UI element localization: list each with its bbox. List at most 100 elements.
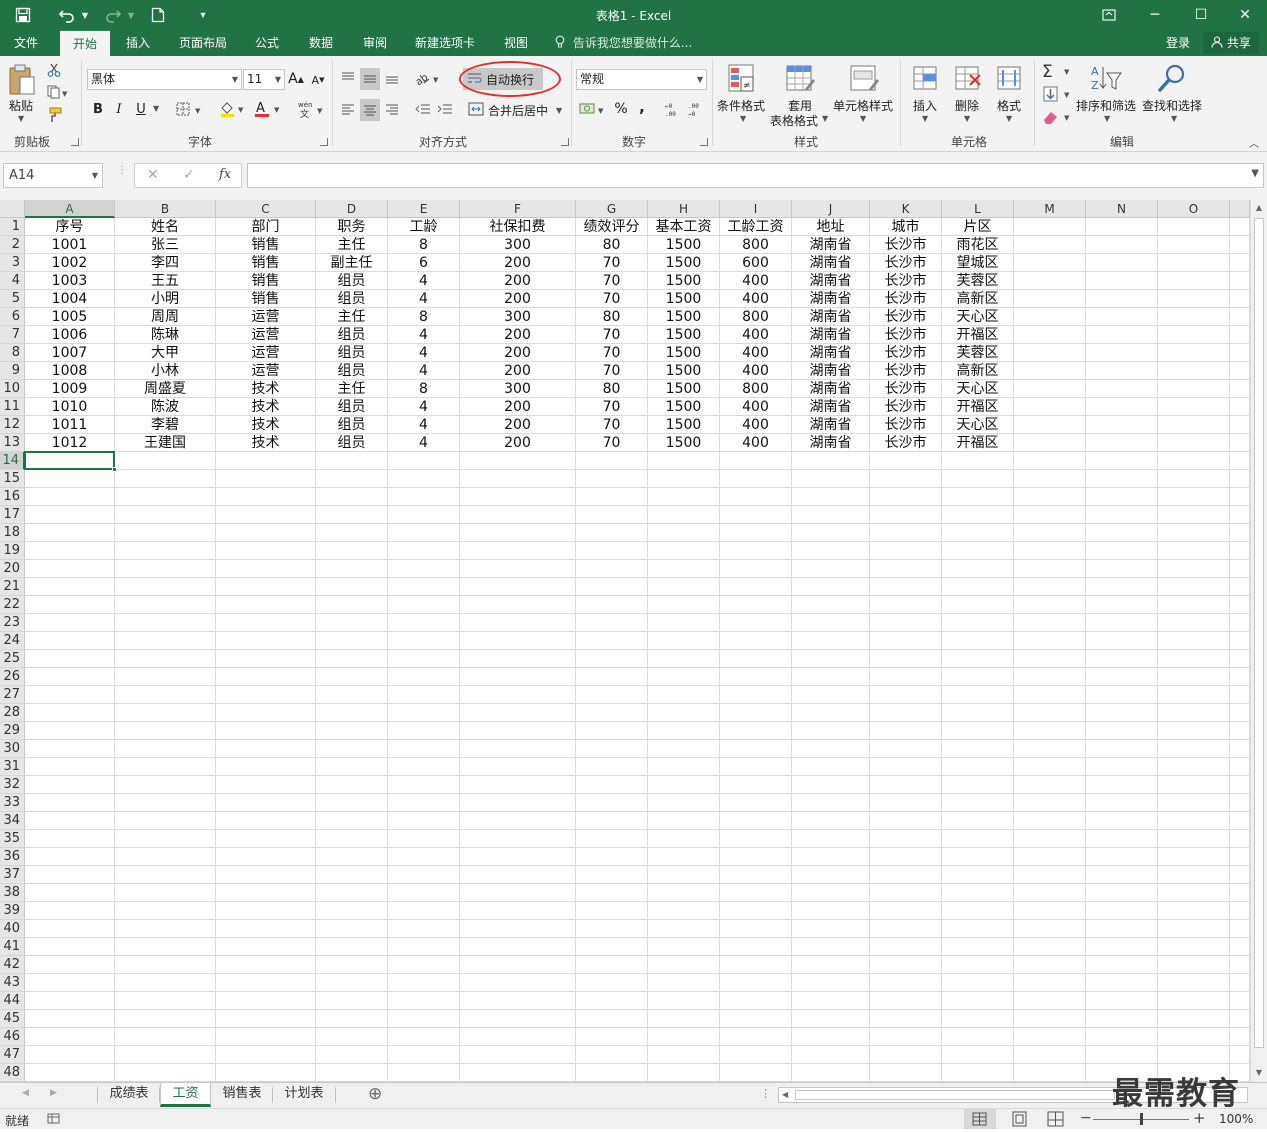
cell-b17[interactable] (115, 506, 216, 524)
cell-d4[interactable]: 组员 (316, 272, 388, 290)
cell-n32[interactable] (1086, 776, 1158, 794)
cell-f18[interactable] (460, 524, 576, 542)
cell-o45[interactable] (1158, 1010, 1230, 1028)
cell-l41[interactable] (942, 938, 1014, 956)
row-header-36[interactable]: 36 (0, 848, 25, 866)
page-layout-view-icon[interactable] (1008, 1109, 1032, 1129)
cell-d20[interactable] (316, 560, 388, 578)
row-header-46[interactable]: 46 (0, 1028, 25, 1046)
sheet-tab-grades[interactable]: 成绩表 (99, 1083, 159, 1107)
cell-d13[interactable]: 组员 (316, 434, 388, 452)
cell-h5[interactable]: 1500 (648, 290, 720, 308)
cell-e14[interactable] (388, 452, 460, 470)
cell-e20[interactable] (388, 560, 460, 578)
cell-b30[interactable] (115, 740, 216, 758)
align-left-icon[interactable] (339, 99, 357, 119)
cell-j39[interactable] (792, 902, 870, 920)
format-as-table-icon[interactable] (784, 62, 816, 96)
sheet-tab-plan[interactable]: 计划表 (273, 1083, 335, 1107)
cell-g44[interactable] (576, 992, 648, 1010)
row-header-16[interactable]: 16 (0, 488, 25, 506)
cell-d16[interactable] (316, 488, 388, 506)
cell-k18[interactable] (870, 524, 942, 542)
cell-l9[interactable]: 高新区 (942, 362, 1014, 380)
cell-m28[interactable] (1014, 704, 1086, 722)
cell-h14[interactable] (648, 452, 720, 470)
cell-n38[interactable] (1086, 884, 1158, 902)
cell-e15[interactable] (388, 470, 460, 488)
cell-e33[interactable] (388, 794, 460, 812)
cell-g46[interactable] (576, 1028, 648, 1046)
cell-a20[interactable] (25, 560, 115, 578)
cell-m32[interactable] (1014, 776, 1086, 794)
cell-o10[interactable] (1158, 380, 1230, 398)
row-header-44[interactable]: 44 (0, 992, 25, 1010)
row-header-22[interactable]: 22 (0, 596, 25, 614)
cell-h12[interactable]: 1500 (648, 416, 720, 434)
cell-j47[interactable] (792, 1046, 870, 1064)
cell-k3[interactable]: 长沙市 (870, 254, 942, 272)
cell-g32[interactable] (576, 776, 648, 794)
cell-j28[interactable] (792, 704, 870, 722)
clear-icon[interactable]: ▼ (1040, 107, 1074, 127)
alignment-launcher-icon[interactable] (561, 138, 569, 146)
cell-e6[interactable]: 8 (388, 308, 460, 326)
cell-m3[interactable] (1014, 254, 1086, 272)
cell-h40[interactable] (648, 920, 720, 938)
row-header-37[interactable]: 37 (0, 866, 25, 884)
row-header-13[interactable]: 13 (0, 434, 25, 452)
cell-k10[interactable]: 长沙市 (870, 380, 942, 398)
cell-c24[interactable] (216, 632, 316, 650)
cell-g12[interactable]: 70 (576, 416, 648, 434)
cell-l34[interactable] (942, 812, 1014, 830)
cell-i3[interactable]: 600 (720, 254, 792, 272)
cell-h33[interactable] (648, 794, 720, 812)
cell-j12[interactable]: 湖南省 (792, 416, 870, 434)
cell-n44[interactable] (1086, 992, 1158, 1010)
cell-j2[interactable]: 湖南省 (792, 236, 870, 254)
sheet-tab-salary[interactable]: 工资 (160, 1083, 211, 1107)
cell-d15[interactable] (316, 470, 388, 488)
cell-d29[interactable] (316, 722, 388, 740)
fill-handle[interactable] (112, 467, 117, 472)
cell-i18[interactable] (720, 524, 792, 542)
cell-e26[interactable] (388, 668, 460, 686)
cell-i15[interactable] (720, 470, 792, 488)
cell-e22[interactable] (388, 596, 460, 614)
cell-a30[interactable] (25, 740, 115, 758)
column-header-k[interactable]: K (870, 200, 942, 218)
cell-e9[interactable]: 4 (388, 362, 460, 380)
cell-m46[interactable] (1014, 1028, 1086, 1046)
cell-k28[interactable] (870, 704, 942, 722)
cell-o36[interactable] (1158, 848, 1230, 866)
cell-o30[interactable] (1158, 740, 1230, 758)
cell-d27[interactable] (316, 686, 388, 704)
cell-e30[interactable] (388, 740, 460, 758)
conditional-format-icon[interactable]: ≠ (726, 62, 758, 96)
cell-g26[interactable] (576, 668, 648, 686)
cell-e7[interactable]: 4 (388, 326, 460, 344)
cell-f14[interactable] (460, 452, 576, 470)
cell-g27[interactable] (576, 686, 648, 704)
cell-n9[interactable] (1086, 362, 1158, 380)
cell-l28[interactable] (942, 704, 1014, 722)
redo-dropdown-icon[interactable]: ▼ (125, 4, 137, 26)
cell-f43[interactable] (460, 974, 576, 992)
cell-c48[interactable] (216, 1064, 316, 1082)
cell-d18[interactable] (316, 524, 388, 542)
cell-e42[interactable] (388, 956, 460, 974)
cell-i5[interactable]: 400 (720, 290, 792, 308)
cell-g48[interactable] (576, 1064, 648, 1082)
cell-l20[interactable] (942, 560, 1014, 578)
align-right-icon[interactable] (383, 99, 401, 119)
cell-n35[interactable] (1086, 830, 1158, 848)
cell-h35[interactable] (648, 830, 720, 848)
cell-d39[interactable] (316, 902, 388, 920)
cell-d25[interactable] (316, 650, 388, 668)
cell-n39[interactable] (1086, 902, 1158, 920)
share-button[interactable]: 共享 (1203, 32, 1259, 54)
cell-h41[interactable] (648, 938, 720, 956)
row-header-23[interactable]: 23 (0, 614, 25, 632)
cell-o24[interactable] (1158, 632, 1230, 650)
cell-a9[interactable]: 1008 (25, 362, 115, 380)
